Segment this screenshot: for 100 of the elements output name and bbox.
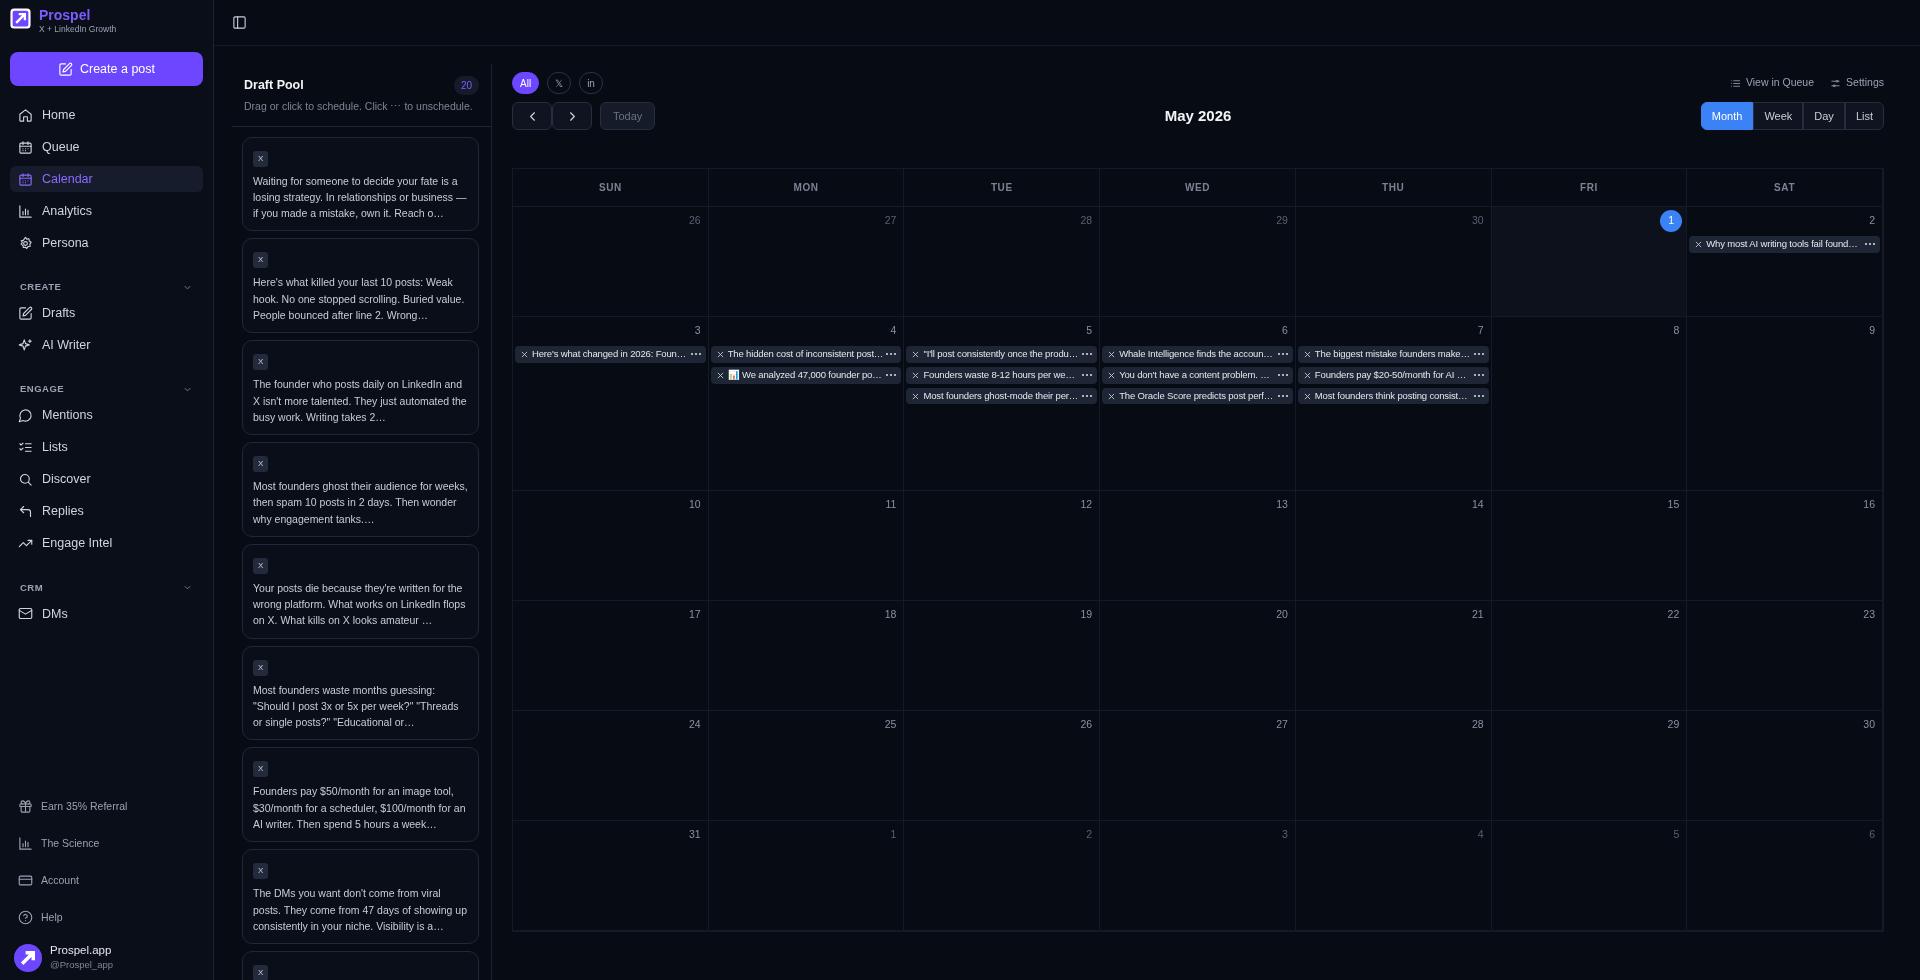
- user-handle: @Prospel_app: [50, 957, 113, 972]
- day-number: 28: [1470, 717, 1485, 732]
- draft-card[interactable]: X Waiting for someone to decide your fate is a losing strategy. In relationships or business — if you made a mistake, own it. Reach o…: [242, 136, 479, 232]
- create-post-button[interactable]: Create a post: [10, 52, 203, 87]
- nav-item[interactable]: Persona: [10, 230, 203, 257]
- scheduled-post[interactable]: The biggest mistake founders make…: [1297, 346, 1489, 363]
- scheduled-post[interactable]: Why most AI writing tools fail found…: [1689, 236, 1880, 253]
- more-icon[interactable]: [1472, 373, 1485, 378]
- draft-card[interactable]: X Here's what killed your last 10 posts: Weak hook. No one stopped scrolling. Buried value. People bounced after line 2. Wrong…: [242, 238, 479, 334]
- more-icon[interactable]: [1276, 352, 1289, 357]
- scheduled-post[interactable]: You don't have a content problem. …: [1102, 366, 1293, 384]
- calendar-icon: [18, 171, 33, 187]
- post-title: 📊 We analyzed 47,000 founder po…: [727, 368, 882, 382]
- panel-hint: Drag or click to schedule. Click ⋯ to unschedule.: [244, 99, 474, 114]
- nav-item[interactable]: Home: [10, 102, 203, 129]
- sidebar-toggle-icon: [232, 15, 247, 30]
- more-icon[interactable]: [885, 373, 898, 378]
- draft-card[interactable]: X Most founders waste months guessing: "Should I post 3x or 5x per week?" "Threads or single posts?" "Educational or…: [242, 645, 479, 741]
- more-icon[interactable]: [1276, 373, 1289, 378]
- more-icon[interactable]: [1081, 394, 1094, 399]
- more-icon[interactable]: [1472, 394, 1485, 399]
- nav-item[interactable]: Drafts: [10, 300, 203, 327]
- footer-link[interactable]: Account: [10, 869, 203, 892]
- nav-item[interactable]: DMs: [10, 600, 203, 627]
- scheduled-post[interactable]: Most founders ghost-mode their per…: [906, 387, 1098, 405]
- more-icon[interactable]: [885, 352, 898, 357]
- nav-item[interactable]: Mentions: [10, 402, 203, 429]
- footer-link[interactable]: The Science: [10, 832, 203, 855]
- day-number: 6: [1868, 827, 1876, 842]
- scheduled-post[interactable]: Here's what changed in 2026: Foun…: [515, 346, 706, 363]
- day-number: 14: [1470, 497, 1485, 512]
- x-logo-icon: [1108, 392, 1116, 400]
- nav-item[interactable]: Analytics: [10, 198, 203, 225]
- post-title: You don't have a content problem. …: [1119, 368, 1271, 382]
- nav-item[interactable]: Replies: [10, 498, 203, 525]
- scheduled-post[interactable]: Whale Intelligence finds the accoun…: [1102, 346, 1293, 363]
- day-number: 4: [889, 323, 898, 338]
- more-icon[interactable]: [689, 352, 702, 357]
- nav-item[interactable]: Discover: [10, 466, 203, 493]
- nav-item[interactable]: Calendar: [10, 166, 203, 193]
- more-icon[interactable]: [1276, 394, 1289, 399]
- x-logo-icon: [1303, 392, 1311, 400]
- toolbar-link[interactable]: Settings: [1830, 75, 1884, 91]
- envelope-icon: [18, 606, 33, 622]
- scheduled-post[interactable]: Founders waste 8-12 hours per we…: [906, 366, 1098, 384]
- pencil-square-icon: [57, 61, 73, 77]
- sidebar-toggle-button[interactable]: [232, 15, 247, 30]
- view-tab[interactable]: Day: [1803, 102, 1845, 130]
- day-number: 17: [688, 607, 702, 622]
- draft-text: Most founders ghost their audience for weeks, then spam 10 posts in 2 days. Then wonder why engagement tanks.…: [253, 479, 468, 527]
- more-icon[interactable]: [1081, 352, 1094, 357]
- weekday-header: WED: [1100, 169, 1296, 207]
- scheduled-post[interactable]: "I'll post consistently once the produ…: [906, 346, 1098, 363]
- more-icon[interactable]: [1472, 352, 1485, 357]
- post-title: Founders pay $20-50/month for AI …: [1314, 368, 1468, 382]
- draft-card[interactable]: X: [242, 951, 479, 980]
- day-number: 1: [889, 827, 898, 842]
- day-number: 21: [1470, 607, 1485, 622]
- scheduled-post[interactable]: Founders pay $20-50/month for AI …: [1297, 366, 1489, 384]
- nav-item[interactable]: Queue: [10, 134, 203, 161]
- draft-card[interactable]: X Your posts die because they're written for the wrong platform. What works on LinkedIn flops on X. What kills on X looks amateur …: [242, 543, 479, 639]
- post-title: The hidden cost of inconsistent post…: [727, 348, 882, 361]
- reply-arrow-icon: [18, 504, 33, 520]
- view-tab[interactable]: Month: [1700, 102, 1754, 130]
- nav-item[interactable]: Lists: [10, 434, 203, 461]
- day-number: 30: [1470, 213, 1485, 228]
- scheduled-post[interactable]: The Oracle Score predicts post perf…: [1102, 387, 1293, 405]
- nav-item[interactable]: Engage Intel: [10, 530, 203, 557]
- avatar-icon: [14, 943, 42, 972]
- draft-card[interactable]: X Founders pay $50/month for an image tool, $30/month for a scheduler, $100/month for an AI writer. Then spend 5 hours a week…: [242, 747, 479, 843]
- draft-card[interactable]: X The founder who posts daily on LinkedIn and X isn't more talented. They just automated the busy work. Writing takes 2…: [242, 340, 479, 436]
- scheduled-post[interactable]: The hidden cost of inconsistent post…: [710, 346, 902, 363]
- day-number: 27: [1275, 717, 1289, 732]
- day-number: 5: [1672, 827, 1681, 842]
- scheduled-post[interactable]: Most founders think posting consist…: [1297, 387, 1489, 405]
- day-number: 5: [1085, 323, 1094, 338]
- footer-link[interactable]: Help: [10, 906, 203, 929]
- x-logo-icon: [912, 350, 920, 358]
- view-tab[interactable]: List: [1844, 102, 1884, 130]
- speech-bubble-icon: [18, 408, 33, 424]
- bar-chart-icon: [18, 203, 33, 219]
- x-logo-icon: [912, 371, 920, 379]
- nav-item[interactable]: AI Writer: [10, 332, 203, 359]
- help-icon: [18, 910, 33, 926]
- footer-link[interactable]: Earn 35% Referral: [10, 795, 203, 818]
- draft-card[interactable]: X Most founders ghost their audience for weeks, then spam 10 posts in 2 days. Then wonder why engagement tanks.…: [242, 442, 479, 537]
- filter-pill[interactable]: All: [512, 72, 540, 94]
- toolbar-link[interactable]: View in Queue: [1729, 75, 1815, 91]
- post-title: Whale Intelligence finds the accoun…: [1119, 348, 1273, 361]
- scheduled-post[interactable]: 📊 We analyzed 47,000 founder po…: [710, 366, 902, 384]
- platform-tag: X: [253, 965, 269, 980]
- more-icon[interactable]: [1081, 373, 1094, 378]
- draft-text: Your posts die because they're written for the wrong platform. What works on LinkedIn flops on X. What kills on X looks amateur …: [253, 580, 467, 629]
- day-number: 15: [1666, 497, 1681, 512]
- more-icon[interactable]: [1864, 242, 1876, 247]
- x-logo-icon: [1108, 350, 1116, 358]
- calendar-icon: [18, 139, 33, 155]
- draft-card[interactable]: X The DMs you want don't come from viral posts. They come from 47 days of showing up consistently in your niche. Visibility is a…: [242, 849, 479, 945]
- view-tab[interactable]: Week: [1753, 102, 1804, 130]
- post-title: Most founders think posting consist…: [1314, 389, 1469, 403]
